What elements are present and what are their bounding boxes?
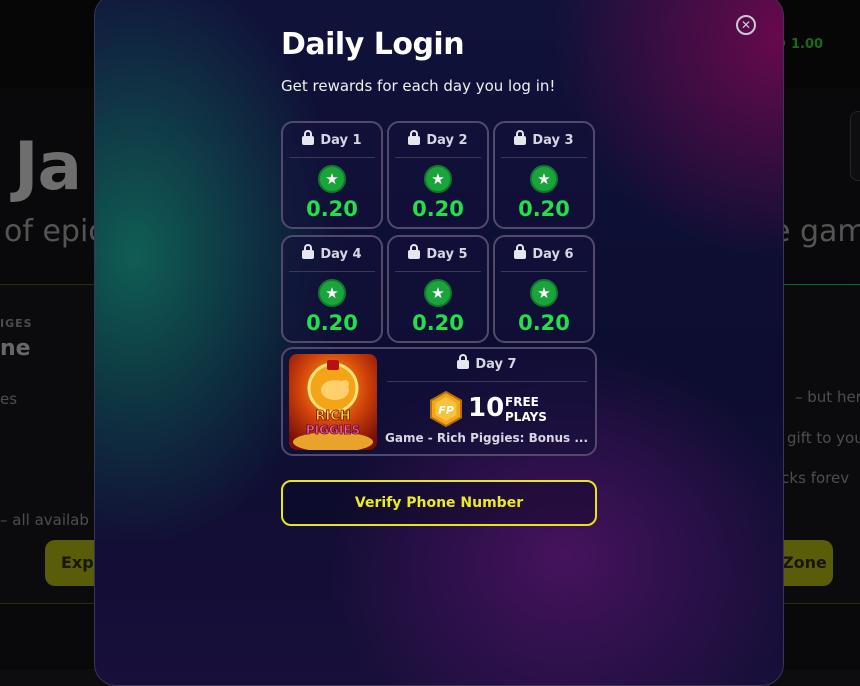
star-coin-icon: ★ bbox=[530, 279, 558, 307]
day-header: Day 6 bbox=[501, 244, 587, 272]
free-plays-unit-line2: PLAYS bbox=[505, 410, 547, 424]
day-label: Day 5 bbox=[426, 247, 468, 262]
lock-icon bbox=[457, 354, 470, 369]
modal-subtitle: Get rewards for each day you log in! bbox=[281, 77, 556, 95]
star-coin-icon: ★ bbox=[424, 165, 452, 193]
rich-piggies-artwork: RICH PIGGIES bbox=[289, 354, 377, 450]
star-coin-icon: ★ bbox=[318, 279, 346, 307]
fp-badge-text: FP bbox=[438, 404, 454, 417]
star-coin-icon: ★ bbox=[318, 165, 346, 193]
modal-title: Daily Login bbox=[281, 27, 465, 62]
day-card-7: RICH PIGGIES Day 7 FP 10 FREE PLAYS Game… bbox=[281, 347, 597, 456]
day-header: Day 2 bbox=[395, 130, 481, 158]
lock-icon bbox=[514, 244, 527, 259]
day-reward-amount: 0.20 bbox=[412, 311, 464, 335]
lock-icon bbox=[302, 130, 315, 145]
day-label: Day 3 bbox=[532, 133, 574, 148]
free-plays-unit-line1: FREE bbox=[505, 395, 539, 409]
free-plays-badge-icon: FP bbox=[430, 391, 462, 427]
free-plays-count: 10 bbox=[468, 393, 505, 423]
day-card-6: Day 6 ★ 0.20 bbox=[493, 235, 595, 343]
day-label: Day 7 bbox=[475, 357, 517, 372]
lock-icon bbox=[408, 244, 421, 259]
day-card-1: Day 1 ★ 0.20 bbox=[281, 121, 383, 229]
day-card-4: Day 4 ★ 0.20 bbox=[281, 235, 383, 343]
thumb-title-line1: RICH bbox=[315, 409, 350, 424]
day-header: Day 4 bbox=[289, 244, 375, 272]
daily-login-modal: ✕ Daily Login Get rewards for each day y… bbox=[94, 0, 784, 686]
day-reward-amount: 0.20 bbox=[518, 311, 570, 335]
day-reward-amount: 0.20 bbox=[518, 197, 570, 221]
day-header: Day 5 bbox=[395, 244, 481, 272]
lock-icon bbox=[514, 130, 527, 145]
lock-icon bbox=[408, 130, 421, 145]
day-header: Day 7 bbox=[387, 354, 587, 382]
close-icon[interactable]: ✕ bbox=[736, 15, 756, 35]
thumb-title-line2: PIGGIES bbox=[306, 423, 360, 437]
day-label: Day 2 bbox=[426, 133, 468, 148]
day-reward-amount: 0.20 bbox=[412, 197, 464, 221]
day-card-5: Day 5 ★ 0.20 bbox=[387, 235, 489, 343]
day-label: Day 6 bbox=[532, 247, 574, 262]
day-card-2: Day 2 ★ 0.20 bbox=[387, 121, 489, 229]
verify-phone-button[interactable]: Verify Phone Number bbox=[281, 480, 597, 526]
day-reward-amount: 0.20 bbox=[306, 197, 358, 221]
day-header: Day 3 bbox=[501, 130, 587, 158]
day-label: Day 4 bbox=[320, 247, 362, 262]
day-label: Day 1 bbox=[320, 133, 362, 148]
day-reward-amount: 0.20 bbox=[306, 311, 358, 335]
lock-icon bbox=[302, 244, 315, 259]
star-coin-icon: ★ bbox=[424, 279, 452, 307]
star-coin-icon: ★ bbox=[530, 165, 558, 193]
day-header: Day 1 bbox=[289, 130, 375, 158]
day-card-3: Day 3 ★ 0.20 bbox=[493, 121, 595, 229]
game-name: Game - Rich Piggies: Bonus ... bbox=[385, 431, 589, 445]
game-thumbnail[interactable]: RICH PIGGIES bbox=[289, 354, 377, 450]
